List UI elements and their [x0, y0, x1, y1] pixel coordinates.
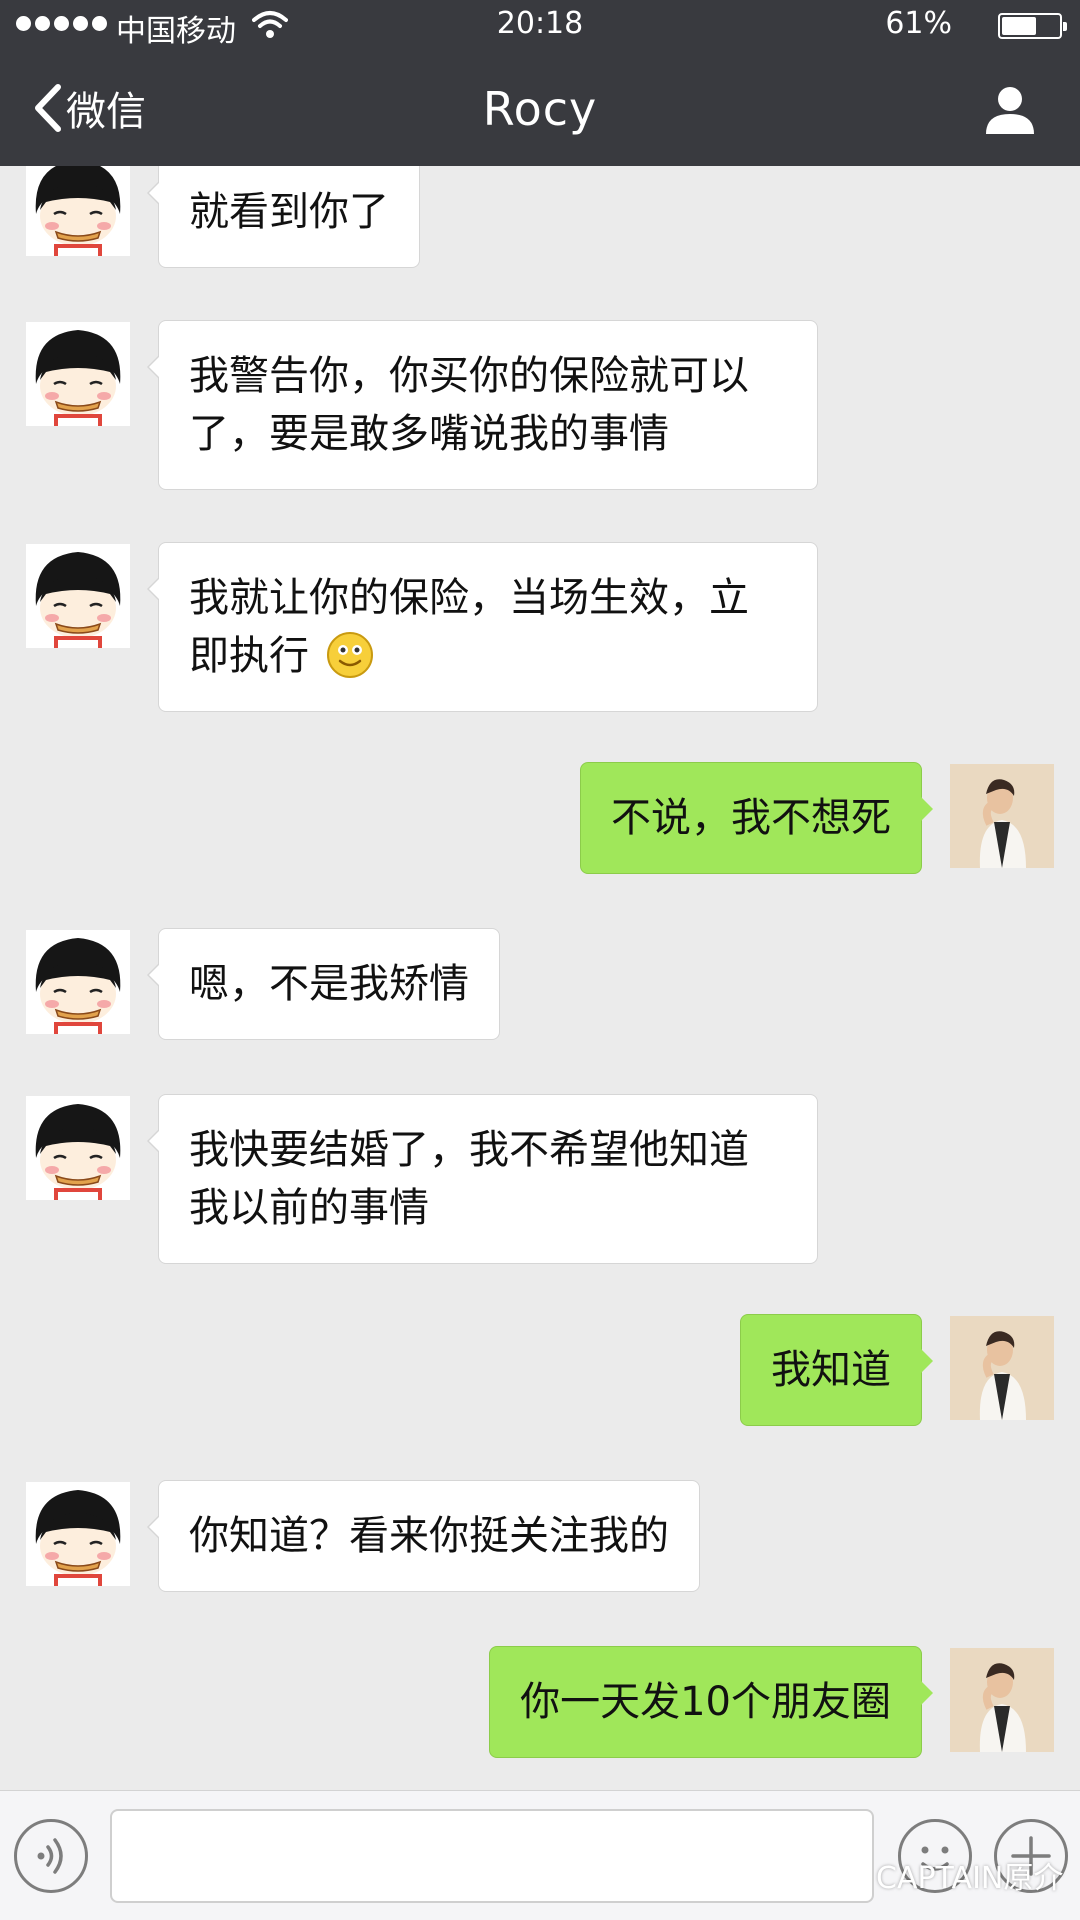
- contact-avatar[interactable]: [26, 166, 130, 256]
- cartoon-girl-avatar: [35, 552, 121, 648]
- smile-emoji-icon: [326, 632, 373, 678]
- contact-avatar[interactable]: [26, 322, 130, 426]
- cartoon-girl-avatar: [35, 1104, 121, 1200]
- voice-icon: [37, 1838, 63, 1874]
- wechat-logo-icon: [830, 1860, 870, 1889]
- cartoon-girl-avatar: [35, 330, 121, 426]
- incoming-message[interactable]: 我就让你的保险，当场生效，立即执行: [147, 542, 818, 712]
- contact-profile-icon[interactable]: [984, 84, 1036, 136]
- outgoing-message[interactable]: 不说，我不想死: [580, 762, 933, 874]
- top-bar: 中国移动 20:18 61% 微信 Rocy: [0, 0, 1080, 166]
- chat-title: Rocy: [482, 82, 598, 136]
- input-bar: CAPTAIN原介: [0, 1790, 1080, 1920]
- cartoon-girl-avatar: [35, 1490, 121, 1586]
- battery-icon: [998, 13, 1067, 39]
- watermark-text: CAPTAIN原介: [876, 1861, 1064, 1896]
- voice-input-button[interactable]: [14, 1819, 88, 1893]
- contact-avatar[interactable]: [26, 1482, 130, 1586]
- incoming-message[interactable]: 嗯，不是我矫情: [147, 928, 500, 1040]
- contact-avatar[interactable]: [26, 1096, 130, 1200]
- navigation-bar: 微信 Rocy: [0, 54, 1080, 166]
- outgoing-message[interactable]: 你一天发10个朋友圈: [489, 1646, 933, 1758]
- man-photo-avatar: [950, 764, 1054, 868]
- chat-area[interactable]: 就看到你了 我警告你，你买你的保险就可以了，要是敢多嘴说我的事情 我就让你的保险…: [0, 166, 1080, 1790]
- incoming-message[interactable]: 我警告你，你买你的保险就可以了，要是敢多嘴说我的事情: [147, 320, 818, 490]
- cartoon-girl-avatar: [35, 938, 121, 1034]
- battery-percentage: 61%: [885, 6, 952, 41]
- outgoing-message[interactable]: 我知道: [740, 1314, 933, 1426]
- man-photo-avatar: [950, 1648, 1054, 1752]
- watermark: CAPTAIN原介: [830, 1853, 1063, 1897]
- message-input[interactable]: [110, 1809, 874, 1903]
- my-avatar[interactable]: [950, 1648, 1054, 1752]
- my-avatar[interactable]: [950, 764, 1054, 868]
- incoming-message[interactable]: 我快要结婚了，我不希望他知道我以前的事情: [147, 1094, 818, 1264]
- incoming-message[interactable]: 就看到你了: [147, 166, 420, 268]
- contact-avatar[interactable]: [26, 544, 130, 648]
- cartoon-girl-avatar: [35, 166, 121, 256]
- man-photo-avatar: [950, 1316, 1054, 1420]
- message-text: 我就让你的保险，当场生效，立即执行: [189, 575, 749, 679]
- my-avatar[interactable]: [950, 1316, 1054, 1420]
- contact-avatar[interactable]: [26, 930, 130, 1034]
- status-bar: 中国移动 20:18 61%: [0, 0, 1080, 54]
- incoming-message[interactable]: 你知道？看来你挺关注我的: [147, 1480, 700, 1592]
